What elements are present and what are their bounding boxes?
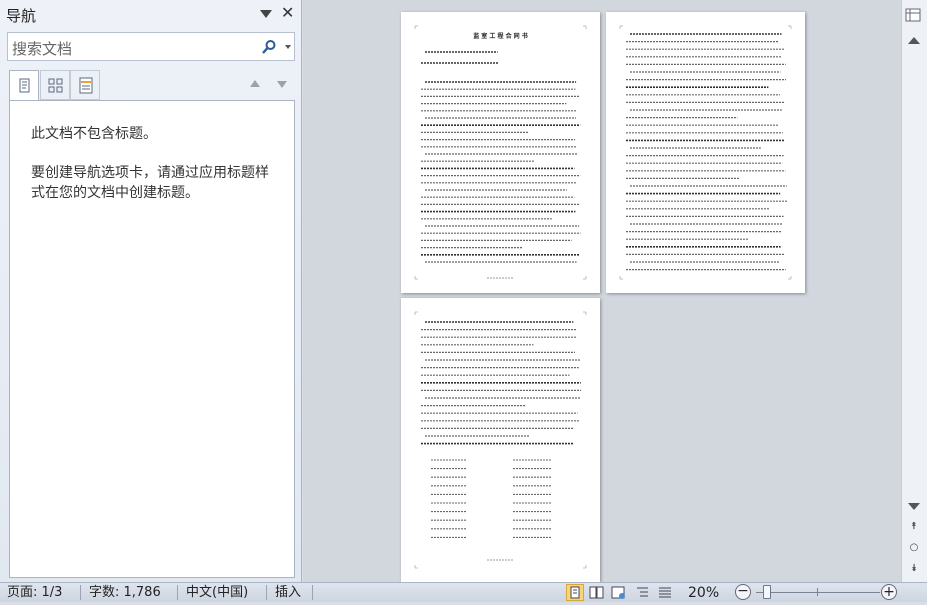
nav-pane-options-icon[interactable] xyxy=(260,10,272,18)
page-3-content xyxy=(414,311,587,569)
status-bar: 页面: 1/3 字数: 1,786 中文(中国) 插入 20% − + xyxy=(0,582,927,602)
nav-pane-title: 导航 xyxy=(6,7,37,25)
next-page-icon[interactable]: ⯯ xyxy=(906,562,922,576)
outline-view-button[interactable] xyxy=(634,584,652,601)
status-separator xyxy=(80,585,81,600)
outline-view-icon xyxy=(637,587,648,597)
page-1[interactable]: 监 室 工 程 合 同 书 xyxy=(401,12,600,293)
ruler-toggle-icon[interactable] xyxy=(905,7,921,23)
zoom-slider-track[interactable] xyxy=(756,592,880,593)
page-count[interactable]: 页面: 1/3 xyxy=(7,584,62,602)
navigation-pane: 导航 ✕ 搜索文档 此文档不包含标题。 要创建导航选项卡，请通过应用标题样式在您… xyxy=(0,0,302,582)
document-area[interactable]: 监 室 工 程 合 同 书 xyxy=(303,0,901,582)
draft-view-button[interactable] xyxy=(656,584,674,601)
page-1-content: 监 室 工 程 合 同 书 xyxy=(414,25,587,280)
next-heading-icon[interactable] xyxy=(277,81,287,88)
headings-help-message: 要创建导航选项卡，请通过应用标题样式在您的文档中创建标题。 xyxy=(31,165,269,201)
no-headings-message: 此文档不包含标题。 xyxy=(31,126,157,142)
nav-pane-content: 此文档不包含标题。 要创建导航选项卡，请通过应用标题样式在您的文档中创建标题。 xyxy=(9,100,295,578)
print-layout-icon xyxy=(570,586,580,599)
full-screen-reading-view-button[interactable] xyxy=(588,584,606,601)
zoom-out-button[interactable]: − xyxy=(735,584,751,600)
page-3[interactable] xyxy=(401,298,600,582)
word-count[interactable]: 字数: 1,786 xyxy=(89,584,161,602)
zoom-level[interactable]: 20% xyxy=(688,584,719,602)
scroll-down-icon[interactable] xyxy=(908,503,920,510)
page-2[interactable] xyxy=(606,12,805,293)
status-separator xyxy=(312,585,313,600)
search-results-icon xyxy=(79,77,93,94)
insert-mode-indicator[interactable]: 插入 xyxy=(275,584,301,602)
page-1-title: 监 室 工 程 合 同 书 xyxy=(473,32,528,40)
web-layout-view-button[interactable] xyxy=(610,584,628,601)
language-indicator[interactable]: 中文(中国) xyxy=(186,584,248,602)
status-separator xyxy=(177,585,178,600)
select-browse-object-icon[interactable]: ○ xyxy=(906,541,922,555)
draft-view-icon xyxy=(659,587,671,598)
close-icon[interactable]: ✕ xyxy=(281,3,294,23)
tab-pages[interactable] xyxy=(40,70,70,100)
search-input[interactable]: 搜索文档 xyxy=(7,32,295,61)
zoom-slider-midpoint xyxy=(817,588,818,596)
scroll-up-icon[interactable] xyxy=(908,37,920,44)
print-layout-view-button[interactable] xyxy=(566,584,584,601)
vertical-scrollbar[interactable]: ⯭ ○ ⯯ xyxy=(901,0,927,582)
search-placeholder: 搜索文档 xyxy=(12,40,73,58)
web-layout-icon xyxy=(611,586,625,599)
reading-view-icon xyxy=(589,586,604,599)
previous-page-icon[interactable]: ⯭ xyxy=(906,520,922,534)
page-thumbnails-icon xyxy=(48,78,63,93)
previous-heading-icon[interactable] xyxy=(250,80,260,87)
tab-headings[interactable] xyxy=(9,70,39,101)
status-separator xyxy=(266,585,267,600)
search-icon[interactable] xyxy=(261,39,277,55)
page-2-content xyxy=(619,25,792,280)
headings-icon xyxy=(19,78,30,93)
zoom-slider-thumb[interactable] xyxy=(763,585,771,599)
zoom-in-button[interactable]: + xyxy=(881,584,897,600)
tab-search-results[interactable] xyxy=(70,70,100,100)
search-options-icon[interactable] xyxy=(285,45,291,49)
